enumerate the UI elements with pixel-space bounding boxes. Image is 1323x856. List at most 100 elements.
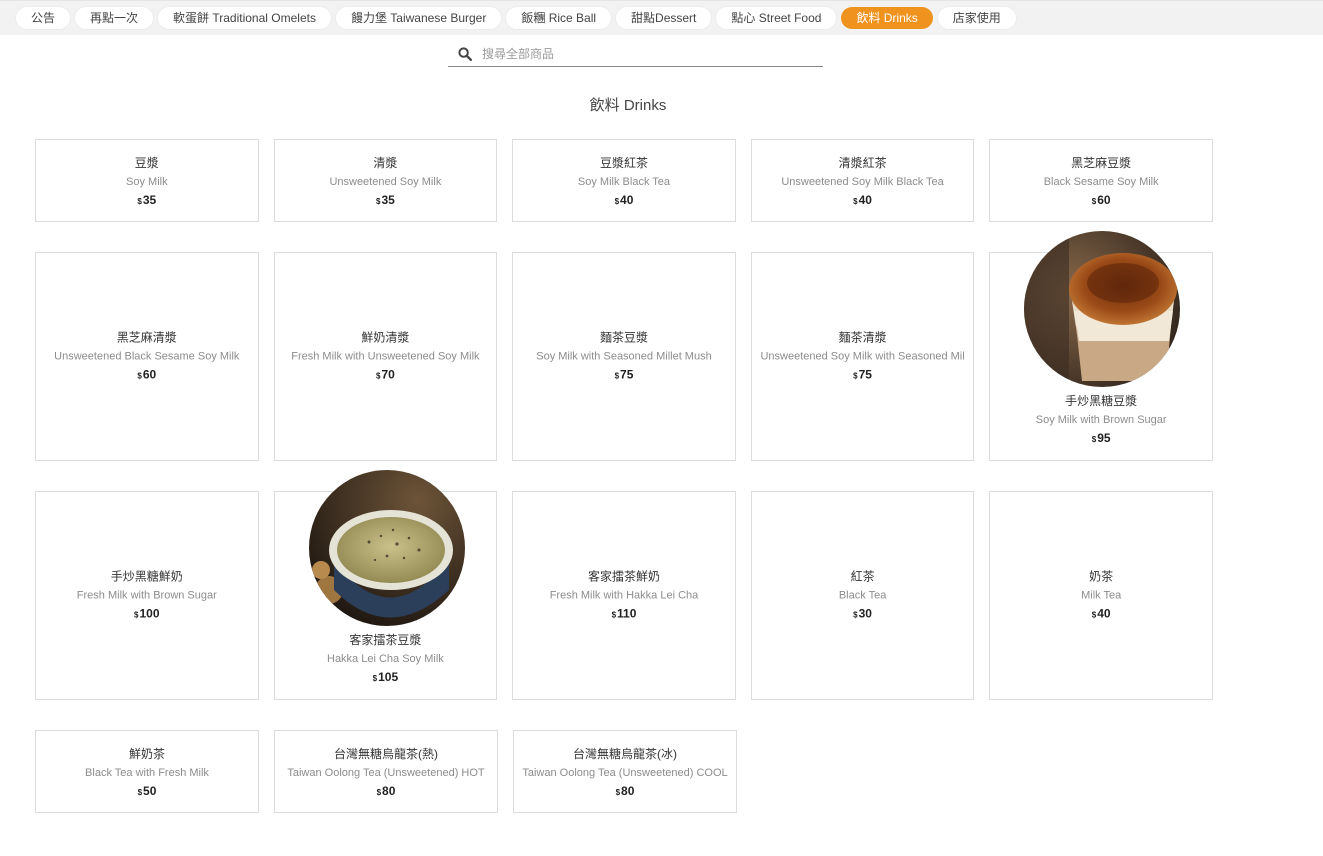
currency-symbol: $: [1091, 610, 1097, 619]
product-name-en: Soy Milk with Brown Sugar: [1035, 414, 1167, 426]
product-name-en: Soy Milk: [126, 176, 168, 188]
product-price: $80: [514, 783, 736, 801]
currency-symbol: $: [611, 610, 617, 619]
product-price: $100: [36, 605, 258, 623]
product-price: $60: [990, 192, 1212, 210]
currency-symbol: $: [853, 197, 858, 206]
price-value: 35: [142, 193, 157, 207]
currency-symbol: $: [614, 197, 620, 206]
product-name-zh: 奶茶: [1089, 569, 1114, 583]
product-card[interactable]: 清漿 Unsweetened Soy Milk $35: [273, 139, 498, 222]
product-card[interactable]: 清漿紅茶 Unsweetened Soy Milk Black Tea $40: [750, 139, 975, 222]
product-name-en: Milk Tea: [1081, 589, 1122, 601]
product-price: $40: [990, 605, 1212, 623]
product-name-en: Unsweetened Soy Milk with Seasoned Mil: [760, 350, 965, 362]
price-value: 80: [621, 784, 635, 798]
product-name-en: Black Tea with Fresh Milk: [85, 767, 209, 779]
product-name-en: Taiwan Oolong Tea (Unsweetened) COOL: [522, 767, 728, 779]
product-name-en: Black Tea: [838, 589, 887, 601]
currency-symbol: $: [137, 197, 142, 206]
product-name-zh: 豆漿紅茶: [599, 156, 648, 170]
product-price: $40: [752, 192, 974, 210]
currency-symbol: $: [853, 610, 858, 619]
hakka-lei-cha-photo: [308, 470, 465, 626]
product-card[interactable]: 客家擂茶鮮奶 Fresh Milk with Hakka Lei Cha $11…: [512, 491, 736, 700]
product-card[interactable]: 紅茶 Black Tea $30: [750, 491, 975, 700]
product-card[interactable]: 麵茶清漿 Unsweetened Soy Milk with Seasoned …: [750, 252, 975, 461]
price-value: 30: [858, 606, 872, 620]
product-name-en: Soy Milk with Seasoned Millet Mush: [536, 350, 712, 362]
price-value: 70: [381, 367, 395, 381]
tab-store-use[interactable]: 店家使用: [937, 7, 1016, 29]
tab-dessert[interactable]: 甜點Dessert: [616, 7, 712, 29]
tab-rice-ball[interactable]: 飯糰 Rice Ball: [506, 7, 612, 29]
price-value: 95: [1097, 431, 1111, 445]
product-name-zh: 台灣無糖烏龍茶(冰): [573, 747, 677, 761]
tab-omelets[interactable]: 軟蛋餅 Traditional Omelets: [158, 7, 331, 29]
product-price: $30: [752, 605, 974, 623]
product-card[interactable]: 鮮奶清漿 Fresh Milk with Unsweetened Soy Mil…: [273, 252, 498, 461]
product-card[interactable]: 客家擂茶豆漿 Hakka Lei Cha Soy Milk $105: [273, 470, 498, 700]
product-name-en: Taiwan Oolong Tea (Unsweetened) HOT: [287, 767, 485, 779]
price-value: 110: [617, 606, 637, 620]
product-name-en: Fresh Milk with Brown Sugar: [76, 589, 217, 601]
product-card[interactable]: 奶茶 Milk Tea $40: [989, 491, 1213, 700]
product-name-en: Hakka Lei Cha Soy Milk: [327, 653, 444, 665]
lei-cha-drink-image: [308, 470, 465, 626]
product-name-zh: 紅茶: [850, 569, 875, 583]
price-value: 75: [858, 367, 872, 381]
price-value: 105: [378, 670, 399, 684]
product-price: $50: [36, 783, 258, 801]
product-name-zh: 台灣無糖烏龍茶(熱): [334, 747, 438, 761]
tab-street-food[interactable]: 點心 Street Food: [716, 7, 837, 29]
product-name-zh: 清漿紅茶: [838, 156, 887, 170]
price-value: 100: [139, 606, 160, 620]
brown-sugar-drink-image: [1024, 231, 1181, 387]
price-value: 40: [620, 193, 634, 207]
product-card[interactable]: 台灣無糖烏龍茶(熱) Taiwan Oolong Tea (Unsweetene…: [274, 730, 498, 813]
search-input[interactable]: [482, 45, 812, 63]
price-value: 60: [1097, 193, 1111, 207]
currency-symbol: $: [137, 788, 143, 797]
tab-announcement[interactable]: 公告: [16, 7, 71, 29]
price-value: 75: [620, 367, 634, 381]
product-card[interactable]: 鮮奶茶 Black Tea with Fresh Milk $50: [35, 730, 259, 813]
product-card[interactable]: 豆漿 Soy Milk $35: [35, 139, 259, 222]
product-name-en: Unsweetened Soy Milk Black Tea: [781, 176, 944, 188]
product-price: $95: [990, 430, 1212, 448]
product-price: $60: [36, 366, 258, 384]
product-card[interactable]: 手炒黑糖豆漿 Soy Milk with Brown Sugar $95: [989, 231, 1213, 461]
product-price: $80: [275, 783, 497, 801]
currency-symbol: $: [615, 788, 621, 797]
product-card[interactable]: 黑芝麻清漿 Unsweetened Black Sesame Soy Milk …: [35, 252, 259, 461]
product-card[interactable]: 豆漿紅茶 Soy Milk Black Tea $40: [512, 139, 736, 222]
product-name-en: Fresh Milk with Hakka Lei Cha: [549, 589, 699, 601]
tab-drinks[interactable]: 飲料 Drinks: [841, 7, 933, 29]
product-card[interactable]: 台灣無糖烏龍茶(冰) Taiwan Oolong Tea (Unsweetene…: [513, 730, 737, 813]
currency-symbol: $: [375, 197, 381, 206]
product-name-zh: 清漿: [373, 156, 398, 170]
product-name-zh: 麵茶清漿: [838, 330, 887, 344]
product-card[interactable]: 黑芝麻豆漿 Black Sesame Soy Milk $60: [989, 139, 1213, 222]
price-value: 40: [1097, 606, 1111, 620]
product-price: $40: [513, 192, 735, 210]
tab-reorder[interactable]: 再點一次: [75, 7, 154, 29]
product-grid: 豆漿 Soy Milk $35 清漿 Unsweetened Soy Milk …: [35, 139, 1213, 843]
price-value: 60: [142, 367, 157, 381]
product-name-zh: 客家擂茶豆漿: [349, 633, 422, 647]
currency-symbol: $: [372, 674, 378, 683]
product-name-zh: 手炒黑糖鮮奶: [110, 569, 183, 583]
currency-symbol: $: [375, 371, 381, 380]
product-price: $110: [513, 605, 735, 623]
product-name-zh: 黑芝麻清漿: [116, 330, 177, 344]
product-card[interactable]: 麵茶豆漿 Soy Milk with Seasoned Millet Mush …: [512, 252, 736, 461]
price-value: 40: [858, 193, 872, 207]
product-name-en: Soy Milk Black Tea: [577, 176, 671, 188]
product-name-en: Unsweetened Black Sesame Soy Milk: [54, 350, 240, 362]
currency-symbol: $: [614, 371, 620, 380]
product-name-zh: 鮮奶茶: [128, 747, 165, 761]
product-price: $70: [275, 366, 497, 384]
tab-burger[interactable]: 饅力堡 Taiwanese Burger: [335, 7, 502, 29]
product-card[interactable]: 手炒黑糖鮮奶 Fresh Milk with Brown Sugar $100: [35, 491, 259, 700]
search-bar: [448, 44, 823, 67]
